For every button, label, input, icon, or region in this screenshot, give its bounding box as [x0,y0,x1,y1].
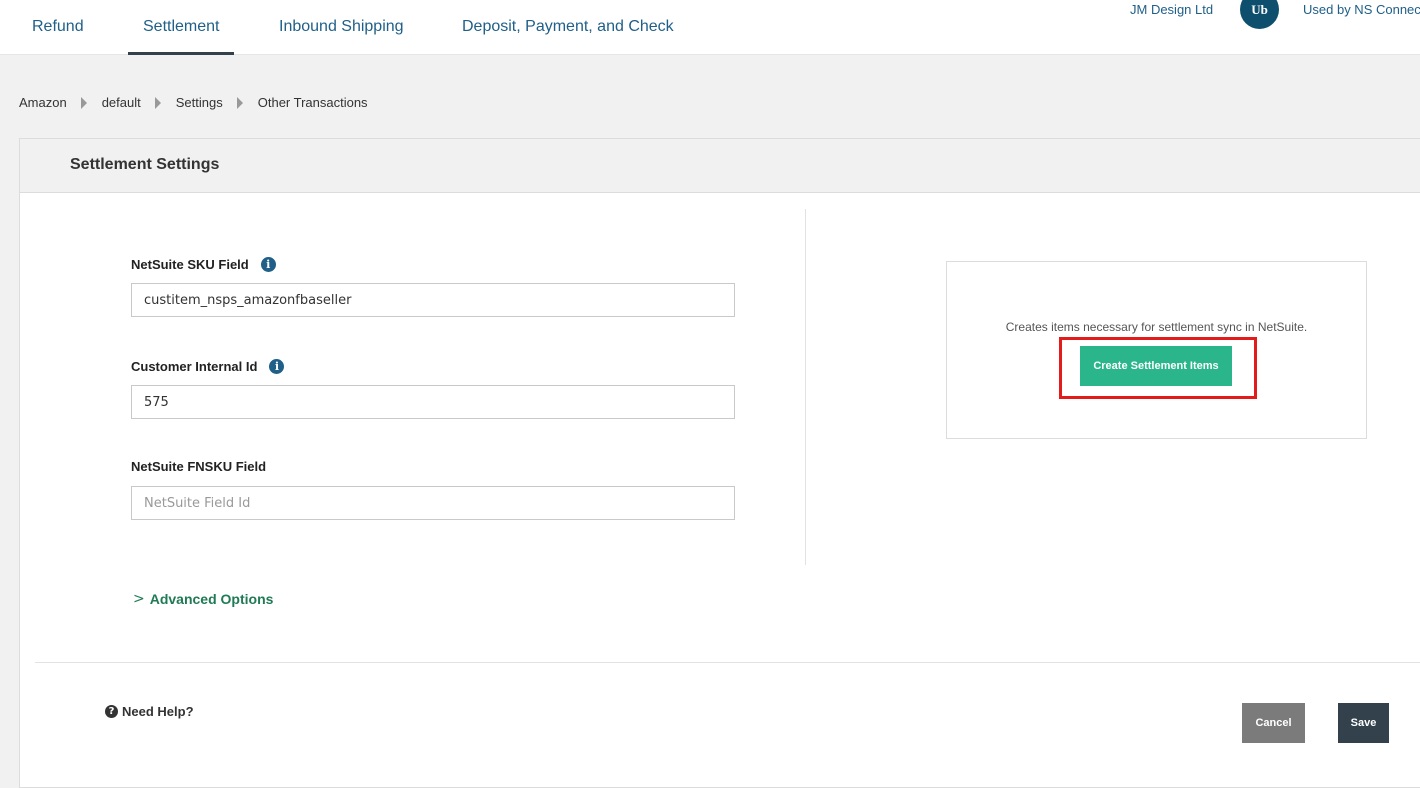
breadcrumb-item-amazon[interactable]: Amazon [19,95,67,110]
settlement-settings-panel: Settlement Settings NetSuite SKU Field i… [19,138,1420,788]
tab-deposit-payment-check[interactable]: Deposit, Payment, and Check [462,0,674,55]
sku-field-label-text: NetSuite SKU Field [131,257,249,272]
caret-right-icon [236,96,243,109]
advanced-options-toggle[interactable]: > Advanced Options [133,591,273,607]
advanced-options-label: Advanced Options [149,591,274,607]
tab-refund[interactable]: Refund [32,0,84,55]
breadcrumb-item-default[interactable]: default [102,95,141,110]
sku-field-input[interactable] [131,283,735,317]
question-circle-icon: ? [105,705,118,718]
breadcrumb-item-settings[interactable]: Settings [176,95,223,110]
breadcrumb-item-other-transactions: Other Transactions [257,95,368,110]
create-items-description: Creates items necessary for settlement s… [1005,320,1308,334]
column-divider [805,209,806,565]
need-help-link[interactable]: ? Need Help? [105,704,194,719]
account-name[interactable]: JM Design Ltd [1130,2,1213,17]
tab-settlement[interactable]: Settlement [128,0,235,55]
caret-right-icon [154,96,161,109]
customer-id-label-text: Customer Internal Id [131,359,258,374]
caret-right-icon [80,96,87,109]
fnsku-field-label-text: NetSuite FNSKU Field [131,459,267,474]
panel-header: Settlement Settings [20,139,1420,193]
chevron-right-icon: > [133,591,145,607]
fnsku-field-label: NetSuite FNSKU Field [131,459,266,474]
highlight-box [1059,337,1257,399]
info-icon[interactable]: i [269,359,285,374]
customer-id-label: Customer Internal Id i [131,359,285,374]
panel-title: Settlement Settings [70,156,220,173]
cancel-button[interactable]: Cancel [1242,703,1305,743]
fnsku-field-input[interactable] [131,486,735,520]
info-icon[interactable]: i [260,257,276,272]
need-help-label: Need Help? [122,704,194,719]
create-items-box: Creates items necessary for settlement s… [946,261,1367,439]
breadcrumb: Amazon default Settings Other Transactio… [19,95,368,110]
avatar[interactable]: Ub [1240,0,1279,29]
customer-id-input[interactable] [131,385,735,419]
save-button[interactable]: Save [1338,703,1389,743]
tab-inbound-shipping[interactable]: Inbound Shipping [279,0,404,55]
sku-field-label: NetSuite SKU Field i [131,257,276,272]
top-nav: Refund Settlement Inbound Shipping Depos… [0,0,1420,55]
used-by-label: Used by NS Connecto [1303,2,1420,17]
footer-divider [35,662,1420,663]
